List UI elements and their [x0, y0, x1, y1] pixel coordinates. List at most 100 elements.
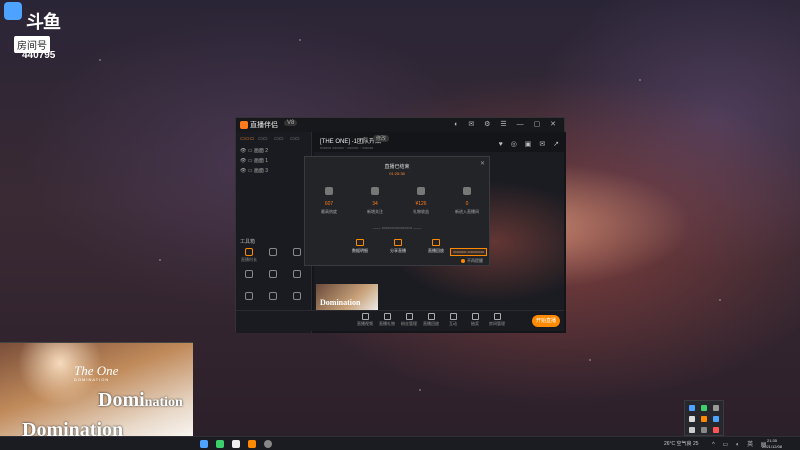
chart-icon — [356, 239, 364, 246]
tool-icon — [269, 248, 277, 256]
tooltip: ▭▭▭▭ ▭▭▭▭▭ — [450, 248, 487, 256]
game-logo-sub: DOMINATION — [74, 377, 110, 382]
streamer-overlay: 斗鱼 房间号 440795 — [4, 2, 64, 61]
stream-meta: ▭▭▭ ▭▭▭ · ▭▭▭ · ▭▭▭ — [320, 145, 374, 150]
dialog-title: 直播已结束 — [384, 164, 410, 170]
stream-title[interactable]: [THE ONE] -1团队开始 — [320, 136, 381, 145]
bottom-tool[interactable]: 粉丝管理 — [400, 313, 418, 327]
edit-title-button[interactable]: 修改 — [373, 135, 390, 142]
interact-icon — [449, 313, 457, 320]
start-menu-icon[interactable] — [200, 440, 208, 448]
header-actions[interactable]: ♥ ◎ ▣ ✉ ↗ — [499, 140, 562, 148]
tool-icon — [245, 270, 253, 278]
game-art-overlay: The One DOMINATION Domination Domination — [0, 342, 193, 447]
tab-4[interactable]: ▭▭ — [290, 136, 299, 142]
weather-widget[interactable]: 26°C 空气良 25 — [664, 440, 699, 447]
app-icon[interactable] — [248, 440, 256, 448]
brand-name: 斗鱼 — [26, 12, 61, 32]
system-tray[interactable]: ^ ▭ ◐ 英 ▤ — [712, 439, 769, 448]
dont-remind-checkbox[interactable]: 不再提醒 — [461, 258, 483, 264]
tool-icon — [269, 292, 277, 300]
tool-icon — [245, 292, 253, 300]
replay-icon — [432, 239, 440, 246]
scene-item[interactable]: 👁 ▭ 画面 1 — [240, 157, 268, 164]
replay-button[interactable]: 直播回放 — [423, 239, 449, 254]
tray-app-icon[interactable] — [689, 427, 695, 433]
tray-app-icon[interactable] — [689, 416, 695, 422]
scene-item[interactable]: 👁 ▭ 画面 3 — [240, 167, 268, 174]
tool-item[interactable] — [264, 292, 282, 301]
tool-item[interactable] — [288, 292, 306, 301]
video-icon — [361, 313, 369, 320]
user-icon — [463, 187, 471, 195]
share-icon — [394, 239, 402, 246]
clock[interactable]: 21:35 2021/12/08 — [762, 438, 782, 450]
room-icon — [493, 313, 501, 320]
gift-icon — [383, 313, 391, 320]
data-detail-button[interactable]: 数据明细 — [347, 239, 373, 254]
start-live-button[interactable]: 开始直播 — [532, 315, 560, 327]
tool-icon — [269, 270, 277, 278]
bottom-toolbar: 直播视频 直播礼物 粉丝管理 直播回放 互动 抽奖 房间管理 开始直播 — [236, 310, 564, 331]
wechat-icon[interactable] — [216, 440, 224, 448]
tool-icon — [245, 248, 253, 256]
tray-app-icon[interactable] — [713, 427, 719, 433]
room-id: 440795 — [22, 50, 56, 61]
lottery-icon — [471, 313, 479, 320]
tab-2[interactable]: ▭▭ — [258, 136, 267, 142]
brand-logo-icon — [4, 2, 22, 20]
stream-summary-dialog: 直播已结束 01:25:38 ✕ 607 最高热度 34 新增关注 ¥126 礼物收益… — [304, 156, 490, 266]
scene-item[interactable]: 👁 ▭ 画面 2 — [240, 147, 268, 154]
dialog-hint: —— ▭▭▭▭▭▭▭▭ —— — [372, 225, 422, 230]
app-name: 直播伴侣 — [250, 122, 278, 129]
toolbox-title: 工具箱 — [240, 239, 256, 245]
taskbar: 26°C 空气良 25 ^ ▭ ◐ 英 ▤ 21:35 2021/12/08 — [0, 436, 800, 450]
tray-app-icon[interactable] — [701, 427, 707, 433]
tool-item[interactable] — [240, 292, 258, 301]
bottom-tool[interactable]: 房间管理 — [488, 313, 506, 327]
tool-item[interactable]: 直播时长 — [240, 248, 258, 263]
tool-icon — [293, 248, 301, 256]
version-badge[interactable]: V8 — [284, 120, 298, 126]
stat-item: 0 新进入直播间 — [453, 187, 481, 215]
tool-item[interactable] — [264, 248, 282, 257]
close-icon[interactable]: ✕ — [480, 160, 485, 167]
browser-icon[interactable] — [264, 440, 272, 448]
replay-icon — [427, 313, 435, 320]
app-logo-icon — [240, 121, 248, 129]
tool-item[interactable] — [264, 270, 282, 279]
tab-scenes[interactable]: ▭▭▭ — [240, 136, 254, 142]
bottom-tool[interactable]: 直播礼物 — [378, 313, 396, 327]
window-controls[interactable]: ◐ ✉ ⚙ ☰ — ▢ ✕ — [454, 120, 560, 128]
sidebar: ▭▭▭ ▭▭ ▭▭ ▭▭ 👁 ▭ 画面 2 👁 ▭ 画面 1 👁 ▭ 画面 3 … — [236, 132, 312, 333]
stat-item: 607 最高热度 — [315, 187, 343, 215]
tray-app-icon[interactable] — [713, 405, 719, 411]
share-button[interactable]: 分享直播 — [385, 239, 411, 254]
gift-icon — [417, 187, 425, 195]
tool-item[interactable] — [288, 270, 306, 279]
tray-app-icon[interactable] — [701, 416, 707, 422]
stat-item: 34 新增关注 — [361, 187, 389, 215]
stream-duration: 01:25:38 — [389, 171, 405, 176]
app-icon[interactable] — [232, 440, 240, 448]
title-bar: 直播伴侣 V8 ◐ ✉ ⚙ ☰ — ▢ ✕ — [236, 118, 564, 132]
fans-icon — [405, 313, 413, 320]
thumbnail-title: Domination — [320, 298, 361, 307]
radio-icon — [461, 258, 465, 263]
tray-app-icon[interactable] — [701, 405, 707, 411]
tray-overflow-panel — [684, 400, 724, 436]
tray-app-icon[interactable] — [713, 416, 719, 422]
bottom-tool[interactable]: 互动 — [444, 313, 462, 327]
flame-icon — [325, 187, 333, 195]
tray-app-icon[interactable] — [689, 405, 695, 411]
heart-icon — [371, 187, 379, 195]
bottom-tool[interactable]: 抽奖 — [466, 313, 484, 327]
game-thumbnail: Domination — [316, 284, 378, 312]
bottom-tool[interactable]: 直播视频 — [356, 313, 374, 327]
game-title-right: Domination — [98, 389, 183, 411]
bottom-tool[interactable]: 直播回放 — [422, 313, 440, 327]
tool-icon — [293, 292, 301, 300]
tab-3[interactable]: ▭▭ — [274, 136, 283, 142]
tool-item[interactable] — [240, 270, 258, 279]
stat-item: ¥126 礼物收益 — [407, 187, 435, 215]
